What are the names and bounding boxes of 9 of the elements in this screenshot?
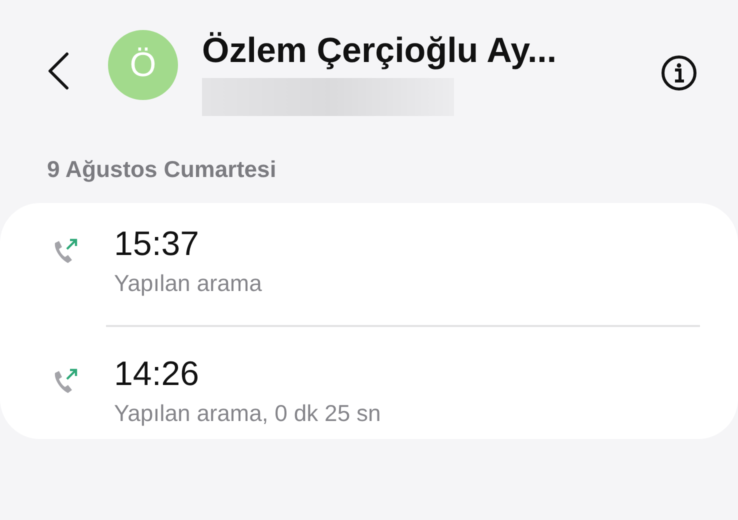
contact-name: Özlem Çerçioğlu Ay... (202, 30, 558, 72)
call-time: 15:37 (114, 224, 200, 264)
date-heading: 9 Ağustos Cumartesi (47, 155, 278, 184)
back-icon[interactable] (46, 52, 70, 90)
call-description: Yapılan arama (114, 268, 262, 298)
avatar: Ö (108, 30, 178, 100)
info-icon[interactable] (660, 54, 698, 92)
call-time: 14:26 (114, 354, 200, 394)
call-description: Yapılan arama, 0 dk 25 sn (114, 398, 381, 428)
